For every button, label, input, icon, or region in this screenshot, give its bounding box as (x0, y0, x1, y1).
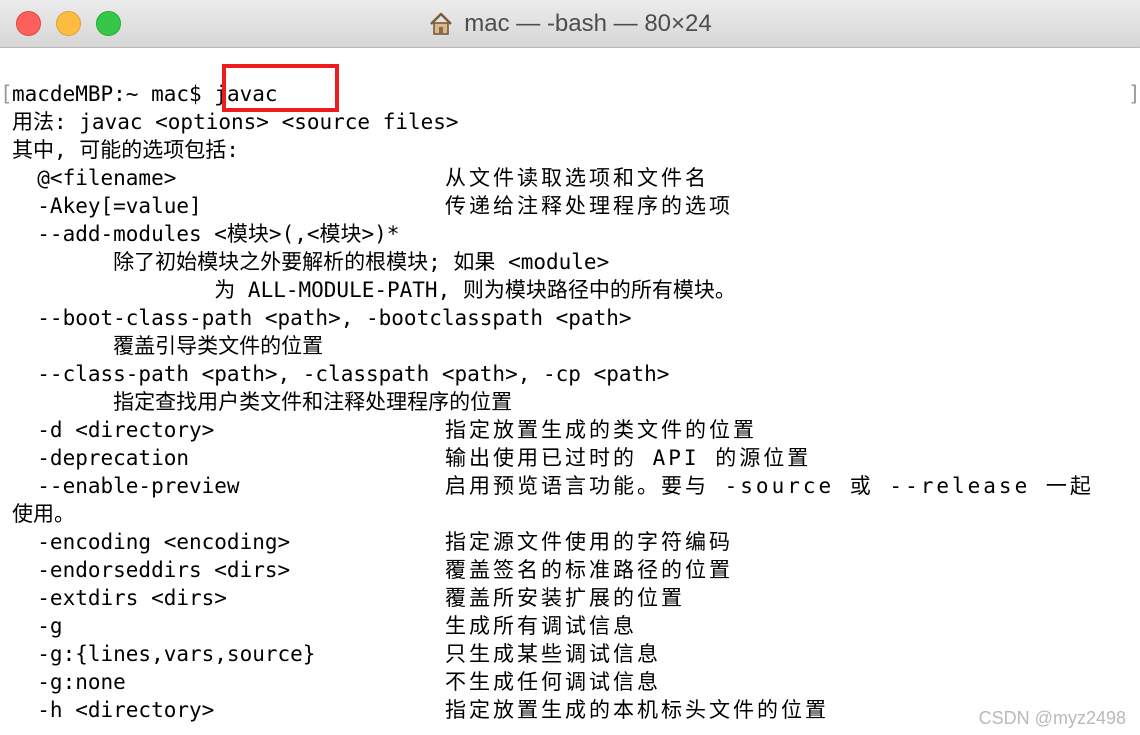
option-description: 指定源文件使用的字符编码 (445, 530, 733, 554)
output-line: 用法: javac <options> <source files> (12, 110, 459, 134)
terminal-content[interactable]: [ ] macdeMBP:~ mac$ javac 用法: javac <opt… (0, 48, 1140, 735)
option-description: 指定放置生成的本机标头文件的位置 (445, 698, 829, 722)
watermark: CSDN @myz2498 (978, 708, 1126, 728)
output-line: -g:{lines,vars,source} (12, 642, 316, 666)
output-line: -extdirs <dirs> (12, 586, 227, 610)
option-description: 输出使用已过时的 API 的源位置 (445, 446, 812, 470)
output-line: -h <directory> (12, 698, 215, 722)
output-line: -encoding <encoding> (12, 530, 291, 554)
output-line: -g:none (12, 670, 126, 694)
home-icon (430, 12, 453, 35)
output-line: --boot-class-path <path>, -bootclasspath… (12, 306, 632, 330)
command-highlight-box (222, 64, 339, 112)
terminal-window: mac — -bash — 80×24 [ ] macdeMBP:~ mac$ … (0, 0, 1140, 735)
output-line: @<filename> (12, 166, 177, 190)
option-description: 从文件读取选项和文件名 (445, 166, 709, 190)
selection-bracket-left: [ (0, 82, 13, 106)
option-description: 生成所有调试信息 (445, 614, 637, 638)
option-description: 启用预览语言功能。要与 -source 或 --release 一起 (445, 474, 1094, 498)
window-title: mac — -bash — 80×24 (464, 10, 712, 37)
option-description: 覆盖签名的标准路径的位置 (445, 558, 733, 582)
output-line: 除了初始模块之外要解析的根模块; 如果 <module> (12, 250, 610, 274)
output-line: --add-modules <模块>(,<模块>)* (12, 222, 400, 246)
output-line: -d <directory> (12, 418, 215, 442)
output-line: 为 ALL-MODULE-PATH, 则为模块路径中的所有模块。 (12, 278, 736, 302)
output-line: 其中, 可能的选项包括: (12, 138, 239, 162)
option-description: 指定放置生成的类文件的位置 (445, 418, 757, 442)
option-description: 不生成任何调试信息 (445, 670, 661, 694)
output-line: 指定查找用户类文件和注释处理程序的位置 (12, 390, 513, 414)
output-line: --enable-preview (12, 474, 240, 498)
selection-bracket-right: ] (1128, 82, 1140, 106)
output-line: 使用。 (12, 502, 75, 526)
output-line: -deprecation (12, 446, 190, 470)
output-line: -Akey[=value] (12, 194, 202, 218)
title-bar[interactable]: mac — -bash — 80×24 (0, 0, 1140, 48)
shell-prompt: macdeMBP:~ mac$ (12, 82, 215, 106)
option-description: 传递给注释处理程序的选项 (445, 194, 733, 218)
output-line: 覆盖引导类文件的位置 (12, 334, 324, 358)
output-line: -g (12, 614, 63, 638)
option-description: 覆盖所安装扩展的位置 (445, 586, 685, 610)
window-title-area: mac — -bash — 80×24 (0, 0, 1140, 48)
option-description: 只生成某些调试信息 (445, 642, 661, 666)
output-line: --class-path <path>, -classpath <path>, … (12, 362, 670, 386)
output-line: -endorseddirs <dirs> (12, 558, 291, 582)
